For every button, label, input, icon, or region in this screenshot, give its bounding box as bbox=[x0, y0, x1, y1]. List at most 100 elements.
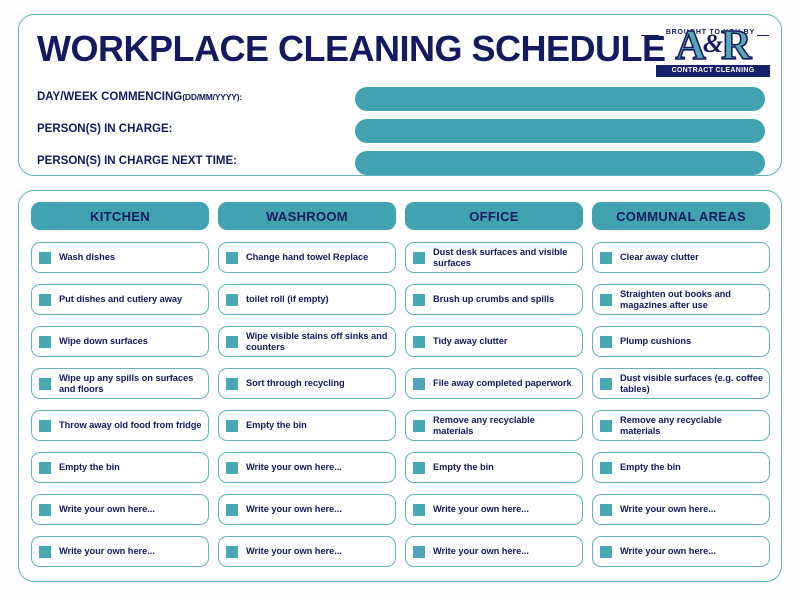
checkbox-icon[interactable] bbox=[413, 503, 425, 516]
task-row[interactable]: Tidy away clutter bbox=[405, 326, 583, 357]
checkbox-icon[interactable] bbox=[226, 335, 238, 348]
task-row[interactable]: Plump cushions bbox=[592, 326, 770, 357]
task-row[interactable]: Dust desk surfaces and visible surfaces bbox=[405, 242, 583, 273]
checkbox-icon[interactable] bbox=[600, 545, 612, 558]
checkbox-icon[interactable] bbox=[413, 461, 425, 474]
checkbox-icon[interactable] bbox=[413, 545, 425, 558]
form-label-main-text: DAY/WEEK COMMENCING bbox=[37, 91, 183, 103]
task-row[interactable]: Wipe visible stains off sinks and counte… bbox=[218, 326, 396, 357]
checkbox-icon[interactable] bbox=[39, 335, 51, 348]
checkbox-icon[interactable] bbox=[600, 335, 612, 348]
logo-tagline: CONTRACT CLEANING SPECIALISTS bbox=[656, 65, 770, 77]
checkbox-icon[interactable] bbox=[39, 419, 51, 432]
task-label: Dust visible surfaces (e.g. coffee table… bbox=[620, 372, 763, 394]
column-header-office: OFFICE bbox=[405, 202, 583, 230]
form-row-persons-in-charge-next-time: PERSON(S) IN CHARGE NEXT TIME: bbox=[37, 151, 765, 177]
task-row[interactable]: Empty the bin bbox=[218, 410, 396, 441]
checkbox-icon[interactable] bbox=[39, 251, 51, 264]
header-panel: WORKPLACE CLEANING SCHEDULE BROUGHT TO Y… bbox=[18, 14, 782, 176]
task-label: Remove any recyclable materials bbox=[620, 414, 722, 436]
task-label: Sort through recycling bbox=[246, 378, 345, 388]
task-columns-panel: KITCHEN Wash dishes Put dishes and cutle… bbox=[18, 190, 782, 582]
task-row[interactable]: Change hand towel Replace bbox=[218, 242, 396, 273]
checkbox-icon[interactable] bbox=[226, 293, 238, 306]
task-row[interactable]: Write your own here... bbox=[218, 536, 396, 567]
task-row[interactable]: Write your own here... bbox=[405, 494, 583, 525]
task-row[interactable]: Write your own here... bbox=[218, 494, 396, 525]
column-header-kitchen: KITCHEN bbox=[31, 202, 209, 230]
checkbox-icon[interactable] bbox=[39, 377, 51, 390]
task-row[interactable]: Empty the bin bbox=[31, 452, 209, 483]
checkbox-icon[interactable] bbox=[600, 461, 612, 474]
task-row[interactable]: Wash dishes bbox=[31, 242, 209, 273]
task-column-office: OFFICE Dust desk surfaces and visible su… bbox=[405, 202, 583, 578]
task-row[interactable]: Write your own here... bbox=[31, 536, 209, 567]
task-row[interactable]: Wipe down surfaces bbox=[31, 326, 209, 357]
persons-in-charge-next-time-input[interactable] bbox=[355, 151, 765, 175]
checkbox-icon[interactable] bbox=[39, 503, 51, 516]
task-row[interactable]: Straighten out books and magazines after… bbox=[592, 284, 770, 315]
checkbox-icon[interactable] bbox=[413, 293, 425, 306]
checkbox-icon[interactable] bbox=[39, 545, 51, 558]
task-row[interactable]: Write your own here... bbox=[592, 494, 770, 525]
task-row[interactable]: Write your own here... bbox=[218, 452, 396, 483]
task-label: Tidy away clutter bbox=[433, 336, 508, 346]
checkbox-icon[interactable] bbox=[600, 419, 612, 432]
task-row[interactable]: Write your own here... bbox=[405, 536, 583, 567]
task-row[interactable]: Remove any recyclable materials bbox=[592, 410, 770, 441]
task-row[interactable]: toilet roll (if empty) bbox=[218, 284, 396, 315]
task-label: Empty the bin bbox=[59, 462, 120, 472]
checkbox-icon[interactable] bbox=[413, 377, 425, 390]
task-row[interactable]: Write your own here... bbox=[31, 494, 209, 525]
task-label: Wipe visible stains off sinks and counte… bbox=[246, 330, 388, 352]
column-header-washroom: WASHROOM bbox=[218, 202, 396, 230]
task-label: Write your own here... bbox=[59, 546, 155, 556]
checkbox-icon[interactable] bbox=[39, 293, 51, 306]
task-label: Write your own here... bbox=[620, 546, 716, 556]
task-label: Write your own here... bbox=[620, 504, 716, 514]
task-label: Empty the bin bbox=[246, 420, 307, 430]
task-column-communal-areas: COMMUNAL AREAS Clear away clutter Straig… bbox=[592, 202, 770, 578]
task-row[interactable]: Sort through recycling bbox=[218, 368, 396, 399]
task-column-washroom: WASHROOM Change hand towel Replace toile… bbox=[218, 202, 396, 578]
task-label: Dust desk surfaces and visible surfaces bbox=[433, 246, 568, 268]
form-label-day-week-commencing: DAY/WEEK COMMENCING(DD/MM/YYYY): bbox=[37, 91, 242, 103]
checkbox-icon[interactable] bbox=[226, 377, 238, 390]
task-row[interactable]: Empty the bin bbox=[405, 452, 583, 483]
form-label-persons-in-charge-next-time: PERSON(S) IN CHARGE NEXT TIME: bbox=[37, 155, 237, 167]
checkbox-icon[interactable] bbox=[413, 251, 425, 264]
cleaning-schedule-page: WORKPLACE CLEANING SCHEDULE BROUGHT TO Y… bbox=[0, 0, 800, 600]
task-row[interactable]: Write your own here... bbox=[592, 536, 770, 567]
page-title: WORKPLACE CLEANING SCHEDULE bbox=[37, 28, 666, 69]
checkbox-icon[interactable] bbox=[413, 335, 425, 348]
checkbox-icon[interactable] bbox=[226, 545, 238, 558]
checkbox-icon[interactable] bbox=[413, 419, 425, 432]
task-row[interactable]: Dust visible surfaces (e.g. coffee table… bbox=[592, 368, 770, 399]
task-label: Write your own here... bbox=[246, 462, 342, 472]
task-label: Clear away clutter bbox=[620, 252, 699, 262]
task-row[interactable]: Put dishes and cutlery away bbox=[31, 284, 209, 315]
task-row[interactable]: File away completed paperwork bbox=[405, 368, 583, 399]
checkbox-icon[interactable] bbox=[600, 377, 612, 390]
persons-in-charge-input[interactable] bbox=[355, 119, 765, 143]
checkbox-icon[interactable] bbox=[600, 503, 612, 516]
task-row[interactable]: Clear away clutter bbox=[592, 242, 770, 273]
task-row[interactable]: Brush up crumbs and spills bbox=[405, 284, 583, 315]
task-row[interactable]: Throw away old food from fridge bbox=[31, 410, 209, 441]
task-row[interactable]: Empty the bin bbox=[592, 452, 770, 483]
task-column-kitchen: KITCHEN Wash dishes Put dishes and cutle… bbox=[31, 202, 209, 578]
checkbox-icon[interactable] bbox=[600, 293, 612, 306]
task-row[interactable]: Wipe up any spills on surfaces and floor… bbox=[31, 368, 209, 399]
task-row[interactable]: Remove any recyclable materials bbox=[405, 410, 583, 441]
checkbox-icon[interactable] bbox=[226, 251, 238, 264]
checkbox-icon[interactable] bbox=[226, 419, 238, 432]
task-label: Write your own here... bbox=[246, 546, 342, 556]
task-label: Write your own here... bbox=[433, 546, 529, 556]
form-label-persons-in-charge: PERSON(S) IN CHARGE: bbox=[37, 123, 173, 135]
checkbox-icon[interactable] bbox=[226, 461, 238, 474]
checkbox-icon[interactable] bbox=[226, 503, 238, 516]
checkbox-icon[interactable] bbox=[600, 251, 612, 264]
checkbox-icon[interactable] bbox=[39, 461, 51, 474]
task-label: Write your own here... bbox=[246, 504, 342, 514]
day-week-commencing-input[interactable] bbox=[355, 87, 765, 111]
